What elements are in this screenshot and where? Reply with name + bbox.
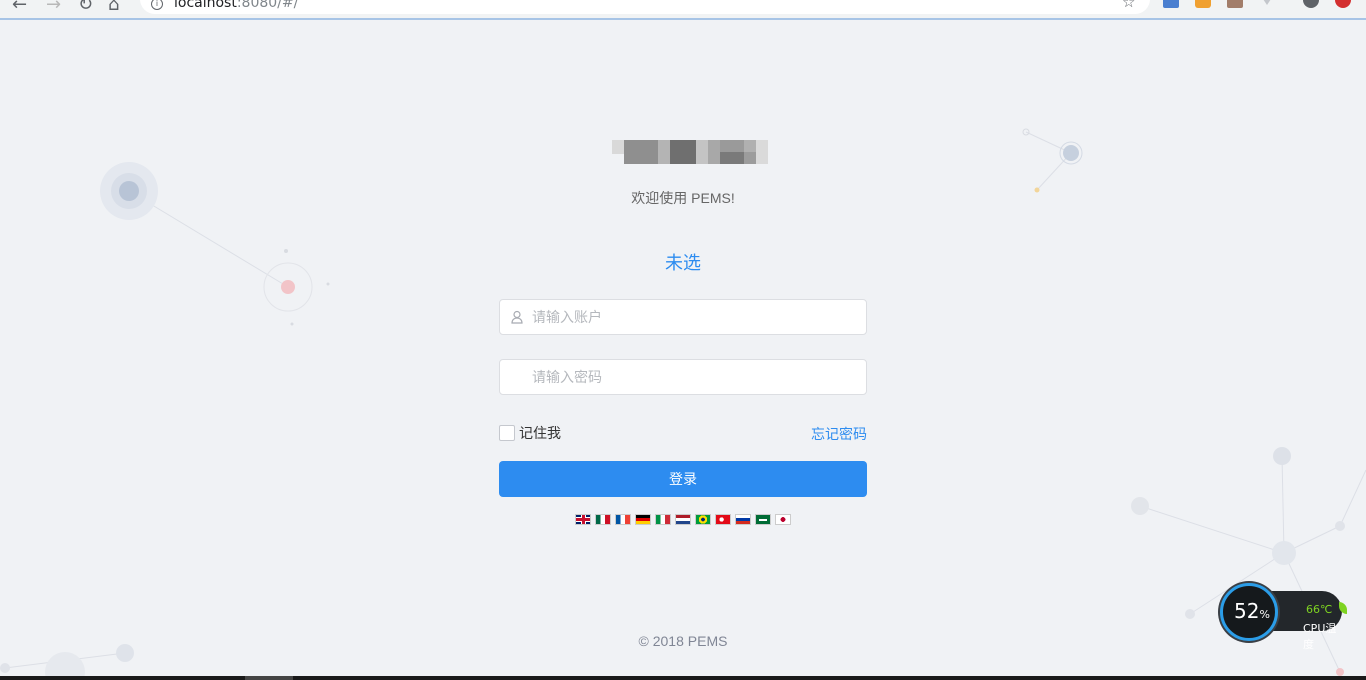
- cpu-usage-gauge: 52%: [1220, 583, 1278, 641]
- flag-nl-icon[interactable]: [675, 514, 691, 525]
- forward-icon[interactable]: →: [46, 0, 61, 15]
- taskbar-item[interactable]: [245, 676, 293, 680]
- browser-toolbar: ← → ↻ ⌂ i localhost:8080/#/ ☆: [0, 0, 1366, 20]
- taskbar: [0, 676, 1366, 680]
- back-icon[interactable]: ←: [12, 0, 27, 15]
- cpu-usage-value: 52%: [1225, 599, 1279, 623]
- flag-en-gb-icon[interactable]: [575, 514, 591, 525]
- password-field[interactable]: [499, 359, 867, 395]
- flag-ru-icon[interactable]: [735, 514, 751, 525]
- welcome-text: 欢迎使用 PEMS!: [631, 190, 735, 206]
- dropdown-extension-icon[interactable]: [1261, 0, 1273, 5]
- language-selector: [575, 514, 791, 525]
- flag-fr-icon[interactable]: [615, 514, 631, 525]
- url-text[interactable]: localhost:8080/#/: [174, 0, 298, 11]
- info-icon[interactable]: i: [151, 0, 163, 10]
- url-path: :8080/#/: [236, 0, 299, 11]
- url-host: localhost: [174, 0, 237, 11]
- login-button[interactable]: 登录: [499, 461, 867, 497]
- remember-me[interactable]: 记住我: [499, 424, 561, 442]
- profile-icon[interactable]: [1303, 0, 1319, 8]
- remember-checkbox[interactable]: [499, 425, 515, 441]
- flag-tr-icon[interactable]: [715, 514, 731, 525]
- cpu-label: CPU温度: [1303, 622, 1337, 651]
- translate-icon[interactable]: [1163, 0, 1179, 8]
- cpu-monitor-widget[interactable]: 66℃ CPU温度 52%: [1218, 583, 1347, 651]
- account-input[interactable]: [532, 300, 862, 334]
- home-icon[interactable]: ⌂: [108, 0, 119, 15]
- address-bar[interactable]: i localhost:8080/#/ ☆: [140, 0, 1150, 14]
- password-input[interactable]: [532, 360, 862, 394]
- flag-es-mx-icon[interactable]: [595, 514, 611, 525]
- reload-icon[interactable]: ↻: [78, 0, 93, 15]
- orange-extension-icon[interactable]: [1195, 0, 1211, 8]
- flag-pt-br-icon[interactable]: [695, 514, 711, 525]
- cpu-usage-number: 52: [1234, 599, 1260, 623]
- remember-label: 记住我: [519, 425, 561, 441]
- copyright-footer: © 2018 PEMS: [638, 633, 728, 649]
- app-logo: [612, 128, 768, 168]
- cpu-usage-unit: %: [1259, 608, 1270, 621]
- forgot-password-link[interactable]: 忘记密码: [811, 424, 867, 444]
- flag-de-icon[interactable]: [635, 514, 651, 525]
- bookmark-star-icon[interactable]: ☆: [1122, 0, 1135, 11]
- role-title: 未选: [665, 253, 701, 273]
- account-field[interactable]: [499, 299, 867, 335]
- flag-ja-icon[interactable]: [775, 514, 791, 525]
- user-icon: [511, 310, 523, 324]
- cpu-temperature: 66℃: [1306, 603, 1333, 616]
- tool-extension-icon[interactable]: [1227, 0, 1243, 8]
- flag-it-icon[interactable]: [655, 514, 671, 525]
- background-network-decoration: [0, 128, 1366, 680]
- adblock-icon[interactable]: [1335, 0, 1351, 8]
- flag-ar-sa-icon[interactable]: [755, 514, 771, 525]
